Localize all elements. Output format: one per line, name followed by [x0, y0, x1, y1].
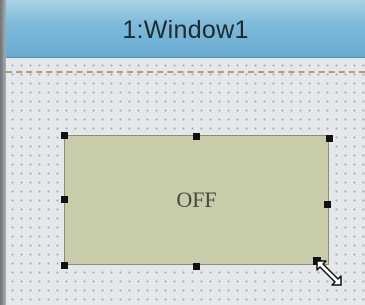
- selection-handle-middle-left[interactable]: [61, 196, 68, 203]
- selection-handle-top-left[interactable]: [61, 132, 68, 139]
- selection-handle-middle-right[interactable]: [324, 201, 331, 208]
- window-title: 1:Window1: [122, 16, 249, 44]
- designer-screen: 1:Window1 OFF: [0, 0, 365, 305]
- selection-handle-bottom-center[interactable]: [193, 263, 200, 270]
- selection-handle-top-right[interactable]: [326, 135, 333, 142]
- off-switch-control[interactable]: OFF: [64, 135, 329, 265]
- diagonal-resize-arrow-icon: [313, 257, 342, 286]
- selection-handle-bottom-left[interactable]: [61, 262, 68, 269]
- selection-handle-top-center[interactable]: [193, 133, 200, 140]
- guide-line: [6, 71, 365, 73]
- switch-label: OFF: [176, 187, 217, 212]
- window-title-bar[interactable]: 1:Window1: [6, 0, 365, 58]
